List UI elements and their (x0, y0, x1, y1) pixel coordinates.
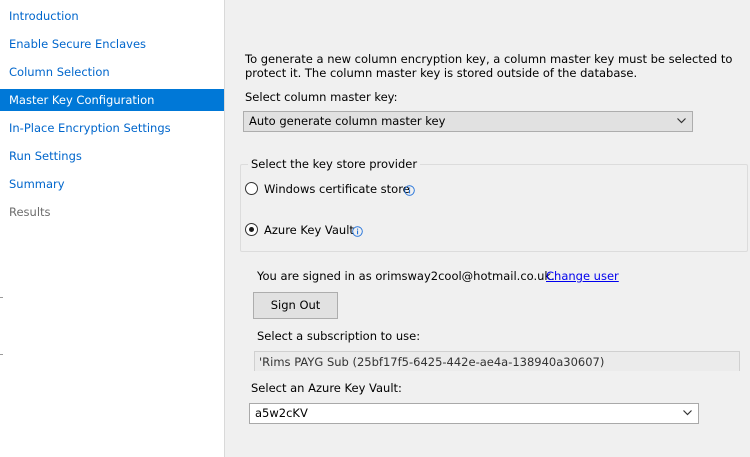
change-user-link[interactable]: Change user (546, 269, 619, 283)
subscription-field[interactable]: 'Rims PAYG Sub (25bf17f5-6425-442e-ae4a-… (254, 351, 740, 371)
sidebar-divider (0, 354, 3, 355)
sign-out-button[interactable]: Sign Out (253, 292, 338, 319)
signed-in-text: You are signed in as orimsway2cool@hotma… (257, 269, 555, 283)
sidebar-item-results: Results (9, 205, 51, 219)
keystore-legend: Select the key store provider (248, 157, 421, 171)
chevron-down-icon (683, 410, 692, 416)
page-description: To generate a new column encryption key,… (245, 52, 733, 80)
azure-key-vault-label[interactable]: Azure Key Vault (264, 223, 354, 237)
chevron-down-icon (677, 118, 686, 124)
info-icon[interactable] (404, 185, 415, 196)
sidebar-item-run-settings[interactable]: Run Settings (0, 145, 224, 167)
sidebar-item-summary[interactable]: Summary (0, 173, 224, 195)
wizard-sidebar: Introduction Enable Secure Enclaves Colu… (0, 0, 225, 457)
keyvault-dropdown[interactable]: a5w2cKV (249, 403, 699, 424)
sidebar-item-enable-secure-enclaves[interactable]: Enable Secure Enclaves (0, 33, 224, 55)
keyvault-label: Select an Azure Key Vault: (251, 381, 402, 395)
windows-cert-store-radio[interactable] (245, 182, 258, 195)
keyvault-dropdown-value: a5w2cKV (255, 406, 308, 420)
cmk-label: Select column master key: (245, 90, 398, 104)
info-icon[interactable] (352, 226, 363, 237)
windows-cert-store-label[interactable]: Windows certificate store (264, 182, 410, 196)
sidebar-item-column-selection[interactable]: Column Selection (0, 61, 224, 83)
cmk-dropdown[interactable]: Auto generate column master key (243, 111, 693, 132)
cmk-dropdown-value: Auto generate column master key (249, 114, 446, 128)
sidebar-item-in-place-encryption-settings[interactable]: In-Place Encryption Settings (0, 117, 224, 139)
keystore-groupbox (240, 164, 748, 252)
sidebar-item-master-key-configuration[interactable]: Master Key Configuration (0, 89, 224, 111)
azure-key-vault-radio[interactable] (245, 223, 258, 236)
sidebar-divider (0, 297, 3, 298)
sidebar-item-introduction[interactable]: Introduction (0, 5, 224, 27)
radio-selected-dot (249, 227, 254, 232)
subscription-label: Select a subscription to use: (257, 329, 421, 343)
